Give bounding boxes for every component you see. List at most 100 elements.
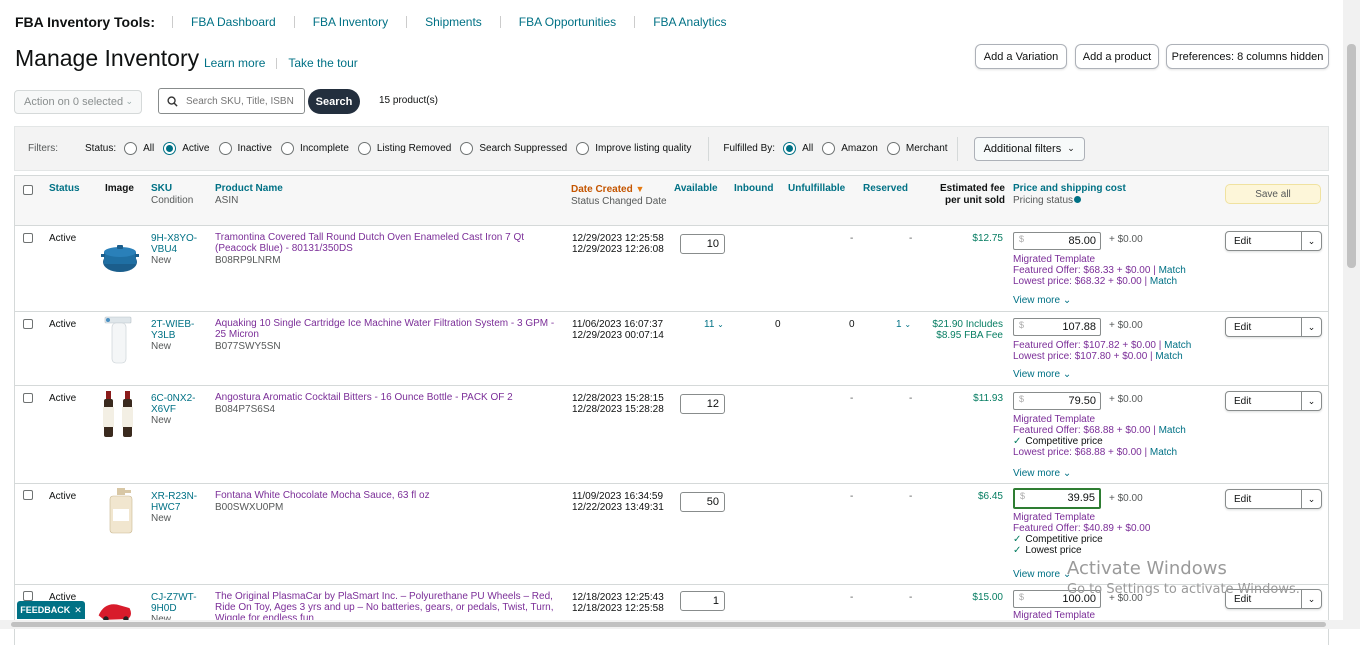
product-title[interactable]: Aquaking 10 Single Cartridge Ice Machine… [215,318,554,340]
product-title[interactable]: Fontana White Chocolate Mocha Sauce, 63 … [215,490,430,501]
row-checkbox[interactable] [23,393,33,403]
match-link[interactable]: Match [1155,351,1182,362]
match-link[interactable]: Match [1150,276,1177,287]
add-product-button[interactable]: Add a product [1075,44,1159,69]
chevron-down-icon[interactable]: ⌄ [1301,232,1321,250]
search-input[interactable] [184,94,296,108]
chevron-down-icon[interactable]: ⌄ [1301,590,1321,608]
row-sku[interactable]: XR-R23N- HWC7 New [151,491,201,524]
edit-split-button[interactable]: Edit ⌄ [1225,231,1322,251]
col-date-created[interactable]: Date Created ▼ Status Changed Date [571,183,667,208]
info-icon[interactable] [1074,196,1082,203]
row-product-name[interactable]: Aquaking 10 Single Cartridge Ice Machine… [215,318,565,352]
status-radio-incomplete[interactable]: Incomplete [280,142,349,155]
row-sku[interactable]: 6C-0NX2- X6VF New [151,393,201,426]
save-all-button[interactable]: Save all [1225,184,1321,204]
col-available[interactable]: Available [674,183,718,195]
status-radio-improve-quality[interactable]: Improve listing quality [576,142,691,155]
scrollbar-thumb[interactable] [11,622,1326,627]
edit-split-button[interactable]: Edit ⌄ [1225,317,1322,337]
chevron-down-icon[interactable]: ⌄ [1301,392,1321,410]
col-product-name[interactable]: Product Name ASIN [215,183,283,207]
row-sku[interactable]: 9H-X8YO- VBU4 New [151,233,201,266]
row-checkbox[interactable] [23,591,33,601]
select-all-checkbox[interactable] [23,185,33,195]
status-radio-all[interactable]: All [124,142,154,155]
row-available-link[interactable]: 11 ⌄ [704,319,724,330]
row-checkbox[interactable] [23,490,33,500]
nav-fba-inventory[interactable]: FBA Inventory [293,16,406,28]
edit-label[interactable]: Edit [1226,396,1301,407]
additional-filters-button[interactable]: Additional filters ⌄ [973,136,1085,161]
view-more-link[interactable]: View more ⌄ [1013,468,1071,479]
available-input[interactable]: 50 [680,492,725,512]
available-input[interactable]: 12 [680,394,725,414]
view-more-link[interactable]: View more ⌄ [1013,569,1071,580]
row-checkbox[interactable] [23,319,33,329]
product-image[interactable] [100,487,140,535]
view-more-link[interactable]: View more ⌄ [1013,369,1071,380]
row-sku[interactable]: 2T-WIEB- Y3LB New [151,319,201,352]
price-input[interactable]: $107.88 [1013,318,1101,336]
product-image[interactable] [100,232,140,276]
edit-label[interactable]: Edit [1226,322,1301,333]
learn-more-link[interactable]: Learn more [204,56,265,70]
status-radio-listing-removed[interactable]: Listing Removed [357,142,451,155]
vertical-scrollbar[interactable] [1343,0,1360,629]
match-link[interactable]: Match [1159,425,1186,436]
fulfilled-radio-merchant[interactable]: Merchant [886,142,948,155]
row-product-name[interactable]: Tramontina Covered Tall Round Dutch Oven… [215,232,565,266]
product-title[interactable]: Tramontina Covered Tall Round Dutch Oven… [215,232,524,254]
take-tour-link[interactable]: Take the tour [288,56,357,70]
col-sku[interactable]: SKU Condition [151,183,193,207]
fulfilled-radio-amazon[interactable]: Amazon [822,142,878,155]
col-reserved[interactable]: Reserved [863,183,908,195]
col-price[interactable]: Price and shipping cost Pricing status [1013,183,1126,207]
horizontal-scrollbar[interactable] [0,620,1343,629]
chevron-down-icon[interactable]: ⌄ [1301,490,1321,508]
product-title[interactable]: Angostura Aromatic Cocktail Bitters - 16… [215,392,513,403]
row-checkbox[interactable] [23,233,33,243]
view-more-link[interactable]: View more ⌄ [1013,295,1071,306]
status-radio-active[interactable]: Active [163,142,210,155]
edit-label[interactable]: Edit [1226,236,1301,247]
col-status[interactable]: Status [49,183,80,195]
row-product-name[interactable]: Fontana White Chocolate Mocha Sauce, 63 … [215,490,565,513]
edit-split-button[interactable]: Edit ⌄ [1225,391,1322,411]
status-radio-search-suppressed[interactable]: Search Suppressed [460,142,567,155]
available-input[interactable]: 1 [680,591,725,611]
edit-label[interactable]: Edit [1226,494,1301,505]
add-variation-button[interactable]: Add a Variation [975,44,1067,69]
table-row: Active 6C-0NX2- X6VF New Angostura Aromati… [15,386,1328,484]
price-input[interactable]: $79.50 [1013,392,1101,410]
product-image[interactable] [100,315,140,365]
currency-symbol: $ [1019,234,1025,244]
status-radio-inactive[interactable]: Inactive [218,142,272,155]
price-input[interactable]: $39.95 [1013,488,1101,509]
preferences-button[interactable]: Preferences: 8 columns hidden [1166,44,1329,69]
search-field[interactable] [158,88,305,114]
chevron-down-icon[interactable]: ⌄ [1301,318,1321,336]
nav-fba-dashboard[interactable]: FBA Dashboard [172,16,294,28]
product-image[interactable] [100,389,140,439]
price-input[interactable]: $85.00 [1013,232,1101,250]
match-link[interactable]: Match [1150,447,1177,458]
fulfilled-radio-all[interactable]: All [783,142,813,155]
search-button[interactable]: Search [308,89,360,114]
row-fee: $15.00 [972,592,1003,603]
col-inbound[interactable]: Inbound [734,183,773,195]
available-input[interactable]: 10 [680,234,725,254]
row-product-name[interactable]: Angostura Aromatic Cocktail Bitters - 16… [215,392,565,415]
col-unfulfillable[interactable]: Unfulfillable [788,183,845,195]
scrollbar-thumb[interactable] [1347,44,1356,268]
nav-fba-analytics[interactable]: FBA Analytics [634,16,744,28]
match-link[interactable]: Match [1164,340,1191,351]
edit-split-button[interactable]: Edit ⌄ [1225,489,1322,509]
close-icon[interactable]: ✕ [74,605,82,616]
row-reserved-link[interactable]: 1 ⌄ [896,319,911,330]
feedback-button[interactable]: FEEDBACK ✕ [17,601,85,619]
nav-shipments[interactable]: Shipments [406,16,500,28]
nav-fba-opportunities[interactable]: FBA Opportunities [499,16,634,28]
bulk-action-select[interactable]: Action on 0 selected ⌄ [14,90,142,114]
match-link[interactable]: Match [1159,265,1186,276]
